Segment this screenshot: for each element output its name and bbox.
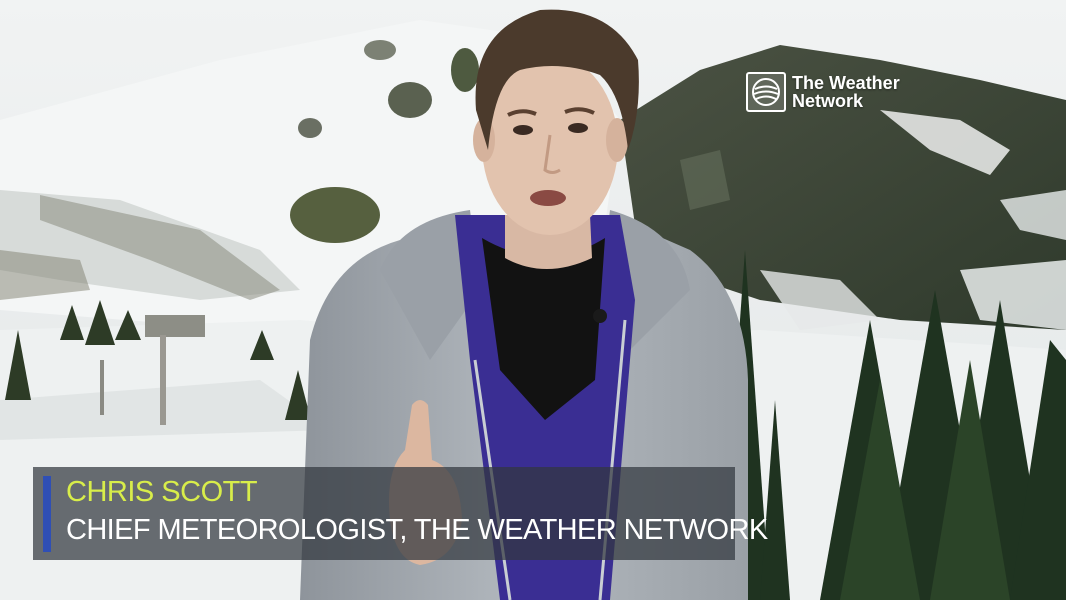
- lower-third-caption: CHRIS SCOTT CHIEF METEOROLOGIST, THE WEA…: [33, 467, 768, 560]
- weather-network-logo: The Weather Network: [746, 70, 900, 114]
- lower-third-accent-bar: [43, 476, 51, 552]
- logo-line-2: Network: [792, 91, 864, 111]
- logo-wordmark: The Weather Network: [792, 74, 900, 110]
- video-frame: The Weather Network CHRIS SCOTT CHIEF ME…: [0, 0, 1066, 600]
- speaker-title: CHIEF METEOROLOGIST, THE WEATHER NETWORK: [66, 514, 768, 546]
- speaker-name: CHRIS SCOTT: [66, 476, 258, 508]
- logo-line-1: The Weather: [792, 73, 900, 93]
- weather-network-globe-icon: [746, 72, 786, 112]
